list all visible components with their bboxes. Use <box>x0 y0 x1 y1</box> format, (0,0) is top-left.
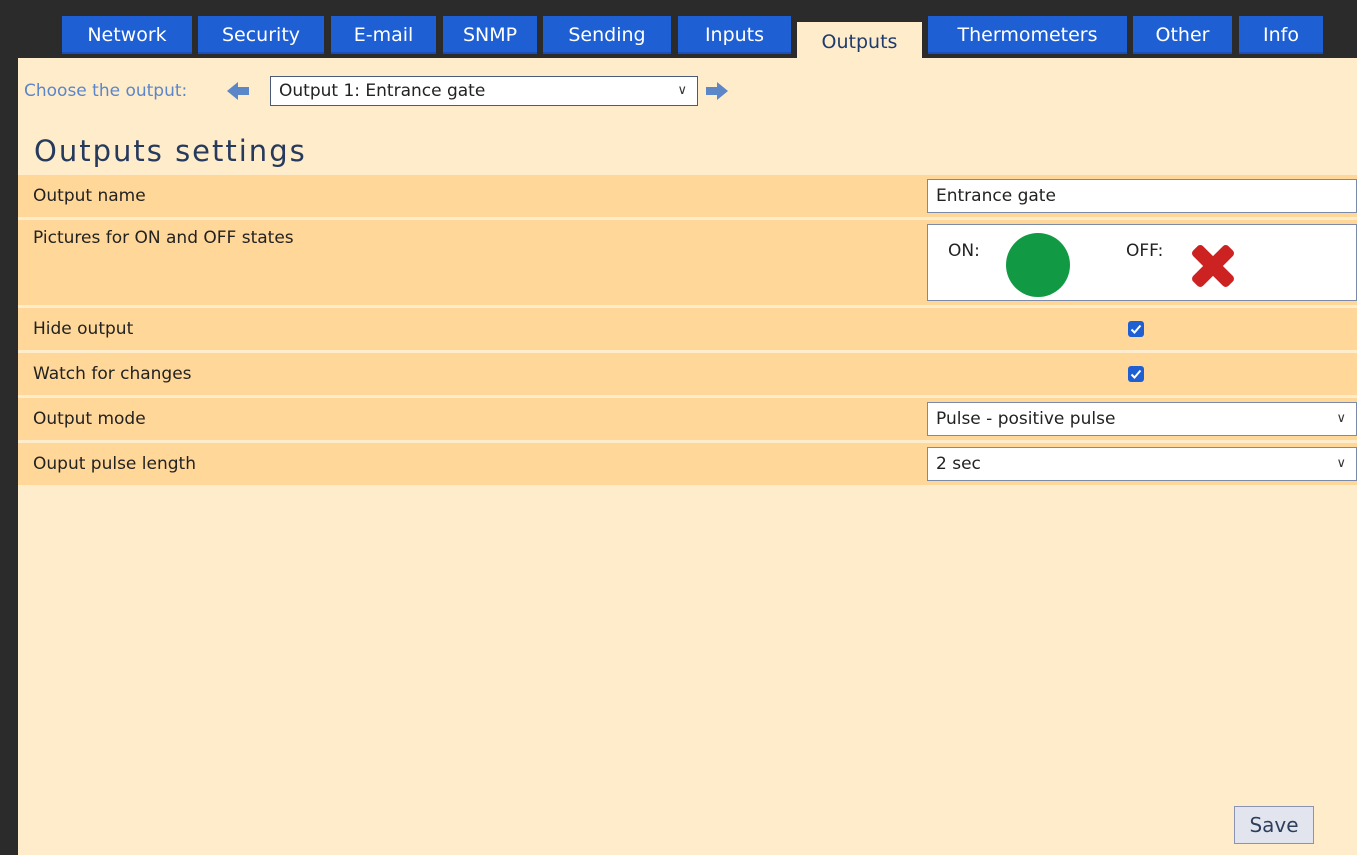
pictures-label: Pictures for ON and OFF states <box>33 228 294 248</box>
output-mode-select[interactable]: Pulse - positive pulse ∨ <box>927 402 1357 436</box>
off-state-icon[interactable] <box>1186 239 1240 298</box>
hide-output-label: Hide output <box>33 319 134 339</box>
chevron-down-icon: ∨ <box>677 83 687 98</box>
output-mode-value: Pulse - positive pulse <box>936 409 1116 429</box>
chevron-down-icon: ∨ <box>1336 411 1346 426</box>
row-pulse-length: Ouput pulse length 2 sec ∨ <box>18 443 1357 485</box>
content-panel: Choose the output: Output 1: Entrance ga… <box>18 58 1357 855</box>
pictures-box: ON: OFF: <box>927 224 1357 301</box>
output-name-input[interactable]: Entrance gate <box>927 179 1357 213</box>
save-button[interactable]: Save <box>1234 806 1314 844</box>
watch-changes-label: Watch for changes <box>33 364 192 384</box>
tab-bar: Network Security E-mail SNMP Sending Inp… <box>0 0 1357 58</box>
output-name-label: Output name <box>33 186 146 206</box>
off-label: OFF: <box>1126 241 1164 261</box>
tab-snmp[interactable]: SNMP <box>443 16 537 54</box>
on-label: ON: <box>948 241 980 261</box>
watch-changes-checkbox[interactable] <box>1128 366 1144 382</box>
row-watch-changes: Watch for changes <box>18 353 1357 395</box>
tab-security[interactable]: Security <box>198 16 324 54</box>
tab-thermometers[interactable]: Thermometers <box>928 16 1127 54</box>
chooser-label: Choose the output: <box>24 81 188 101</box>
chevron-down-icon: ∨ <box>1336 456 1346 471</box>
output-select[interactable]: Output 1: Entrance gate ∨ <box>270 76 698 106</box>
row-pictures: Pictures for ON and OFF states ON: OFF: <box>18 220 1357 305</box>
tab-outputs[interactable]: Outputs <box>797 22 922 58</box>
tab-sending[interactable]: Sending <box>543 16 671 54</box>
hide-output-checkbox[interactable] <box>1128 321 1144 337</box>
page-title: Outputs settings <box>34 134 307 168</box>
output-select-value: Output 1: Entrance gate <box>279 81 486 101</box>
output-mode-label: Output mode <box>33 409 146 429</box>
row-hide-output: Hide output <box>18 308 1357 350</box>
on-state-icon[interactable] <box>1006 233 1070 297</box>
pulse-length-label: Ouput pulse length <box>33 454 196 474</box>
tab-info[interactable]: Info <box>1239 16 1323 54</box>
tab-network[interactable]: Network <box>62 16 192 54</box>
arrow-left-icon[interactable] <box>227 81 249 101</box>
row-output-name: Output name Entrance gate <box>18 175 1357 217</box>
tab-other[interactable]: Other <box>1133 16 1232 54</box>
pulse-length-value: 2 sec <box>936 454 981 474</box>
arrow-right-icon[interactable] <box>706 81 728 101</box>
pulse-length-select[interactable]: 2 sec ∨ <box>927 447 1357 481</box>
tab-email[interactable]: E-mail <box>331 16 436 54</box>
tab-inputs[interactable]: Inputs <box>678 16 791 54</box>
row-output-mode: Output mode Pulse - positive pulse ∨ <box>18 398 1357 440</box>
